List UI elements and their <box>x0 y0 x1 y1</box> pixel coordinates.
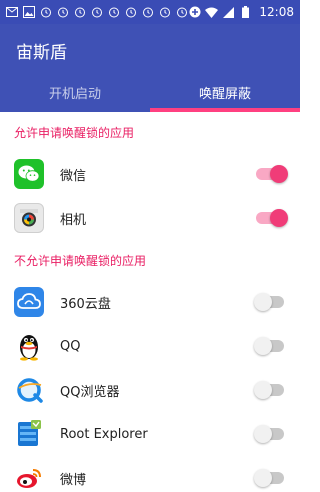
wakelock-toggle[interactable] <box>256 209 288 227</box>
app-name: QQ <box>60 338 81 354</box>
alarm-icon <box>125 6 137 19</box>
alarm-icon <box>176 6 188 19</box>
signal-icon <box>222 6 235 19</box>
email-icon <box>6 6 19 19</box>
app-name: QQ浏览器 <box>60 384 120 400</box>
root-explorer-icon <box>14 419 44 449</box>
app-name: 相机 <box>60 212 87 228</box>
section-header-blocked: 不允许申请唤醒锁的应用 <box>14 253 147 268</box>
alarm-icon <box>57 6 69 19</box>
alarm-icon <box>40 6 52 19</box>
app-bar: 宙斯盾 开机启动 唤醒屏蔽 <box>0 24 300 112</box>
wakelock-toggle[interactable] <box>256 165 288 183</box>
wifi-icon <box>205 6 219 19</box>
list-item[interactable]: 微信 <box>0 152 300 196</box>
camera-icon <box>14 203 44 233</box>
app-name: 微信 <box>60 168 87 184</box>
app-name: 微博 <box>60 472 87 488</box>
wakelock-toggle[interactable] <box>254 425 284 443</box>
app-title: 宙斯盾 <box>16 43 67 63</box>
qq-browser-icon <box>14 375 44 405</box>
wechat-icon <box>14 159 44 189</box>
tab-boot-startup[interactable]: 开机启动 <box>0 72 150 112</box>
wakelock-toggle[interactable] <box>254 469 284 487</box>
app-name: 360云盘 <box>60 296 111 312</box>
list-item[interactable]: 微博 <box>0 456 300 492</box>
add-circle-icon <box>188 6 201 19</box>
wakelock-toggle[interactable] <box>254 293 284 311</box>
list-item[interactable]: Root Explorer <box>0 412 300 456</box>
image-icon <box>23 6 36 19</box>
wakelock-toggle[interactable] <box>254 381 284 399</box>
list-item[interactable]: 相机 <box>0 196 300 240</box>
status-bar: 12:08 <box>0 0 300 24</box>
status-time: 12:08 <box>259 5 294 19</box>
tab-bar: 开机启动 唤醒屏蔽 <box>0 72 300 112</box>
alarm-icon <box>108 6 120 19</box>
wakelock-toggle[interactable] <box>254 337 284 355</box>
alarm-icon <box>159 6 171 19</box>
section-header-allowed: 允许申请唤醒锁的应用 <box>14 125 135 140</box>
list-item[interactable]: 360云盘 <box>0 280 300 324</box>
360-cloud-icon <box>14 287 44 317</box>
qq-penguin-icon <box>14 331 44 361</box>
alarm-icon <box>91 6 103 19</box>
app-name: Root Explorer <box>60 426 148 442</box>
alarm-icon <box>142 6 154 19</box>
weibo-icon <box>14 463 44 492</box>
battery-icon <box>239 6 252 19</box>
tab-wakelock-block[interactable]: 唤醒屏蔽 <box>150 72 300 112</box>
alarm-icon <box>74 6 86 19</box>
list-item[interactable]: QQ浏览器 <box>0 368 300 412</box>
list-item[interactable]: QQ <box>0 324 300 368</box>
app-list: 允许申请唤醒锁的应用 微信 相机 不允许申请唤醒锁的应用 360云盘 QQ QQ… <box>0 112 300 492</box>
